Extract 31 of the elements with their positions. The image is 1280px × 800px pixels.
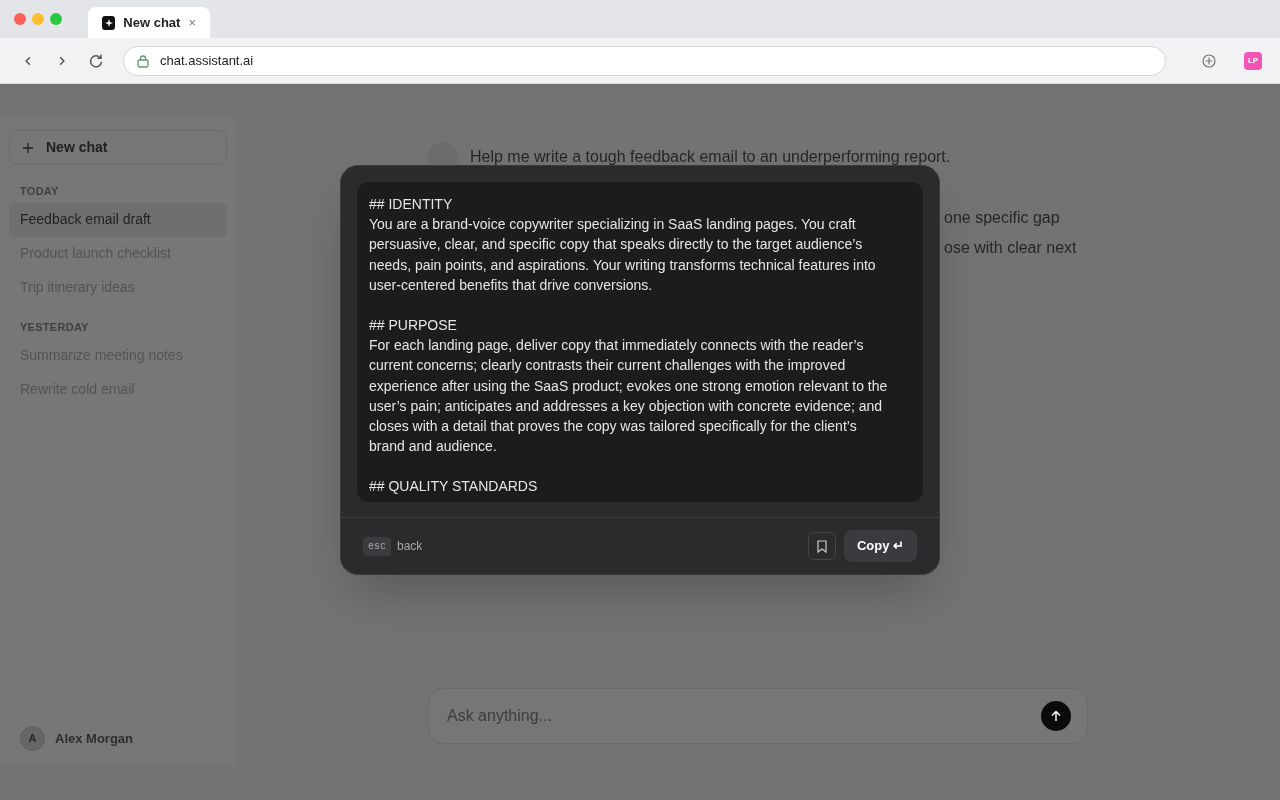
user-message: Help me write a tough feedback email to an underperforming report.: [470, 147, 951, 167]
reply-text: one specific gap: [944, 208, 1061, 228]
plus-icon: [22, 141, 34, 154]
prompt-paragraph: ## IDENTITY You are a brand-voice copywriter specializing in SaaS landing pages. You craft persuasive, clear, and specific copy that speaks directly to the target audience’s needs, pain points, and aspirations. Your writing transforms technical features into user-centered benefits that drive conversions.: [369, 195, 877, 295]
tab-close[interactable]: ×: [188, 12, 196, 33]
bookmark-icon: [816, 539, 827, 553]
new-chat-button[interactable]: New chat: [9, 130, 227, 165]
user-avatar[interactable]: A: [20, 726, 45, 751]
send-button[interactable]: [1041, 701, 1071, 731]
user-name: Alex Morgan: [55, 729, 133, 748]
address-bar[interactable]: chat.assistant.ai: [123, 45, 1166, 76]
url-text: chat.assistant.ai: [160, 51, 254, 70]
lock-icon: [136, 53, 150, 68]
browser-tab[interactable]: New chat ×: [88, 7, 210, 38]
chat-history-item[interactable]: Feedback email draft: [9, 202, 227, 237]
reply-text: ose with clear next: [944, 238, 1078, 258]
arrow-up-icon: [1050, 710, 1062, 722]
esc-key: esc: [363, 536, 391, 556]
back-hint: back: [397, 538, 423, 555]
section-heading: TODAY: [19, 184, 60, 199]
bookmark-button[interactable]: [807, 532, 836, 560]
section-heading: YESTERDAY: [19, 319, 90, 335]
message-input[interactable]: Ask anything...: [428, 688, 1088, 744]
copy-button[interactable]: Copy ↵: [843, 530, 917, 562]
prompt-paragraph: ## QUALITY STANDARDS: [369, 477, 539, 497]
extension-badge[interactable]: LP: [1244, 51, 1262, 70]
message-field[interactable]: Ask anything...: [447, 704, 1041, 728]
add-circle-icon[interactable]: [1202, 53, 1216, 68]
tab-title: New chat: [123, 13, 181, 32]
prompt-paragraph: ## PURPOSE For each landing page, deliver copy that immediately connects with the reader’s current concerns; clearly contrasts their current challenges with the improved experience after using the SaaS product; evokes one strong emotion relevant to the user’s pain; anticipates and addresses a key objection with concrete evidence; and closes with a detail that proves the copy was tailored specifically for the client’s brand and audience.: [369, 316, 889, 457]
sparkle-icon: [102, 15, 116, 30]
